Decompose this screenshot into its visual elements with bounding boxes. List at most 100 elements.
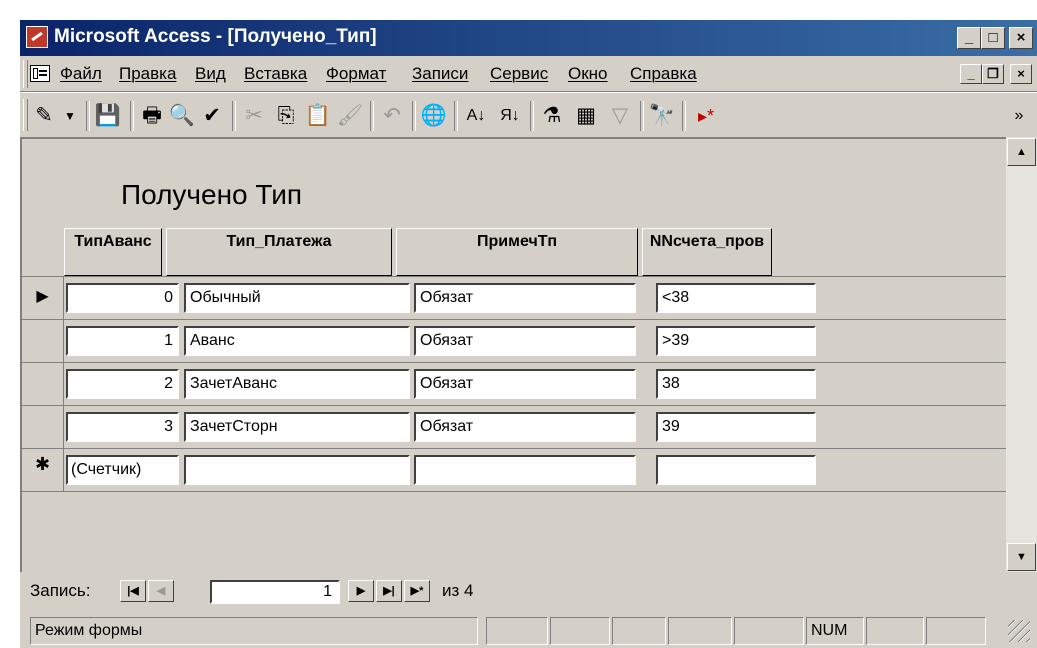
toolbar-grip[interactable]	[23, 99, 28, 131]
apply-filter-icon[interactable]: ▽	[606, 102, 634, 130]
record-total: из 4	[442, 581, 474, 600]
form-document-icon[interactable]	[30, 65, 50, 82]
new-record-icon[interactable]: ▸*	[692, 102, 720, 130]
hyperlink-icon[interactable]: 🌐	[420, 102, 448, 130]
spelling-icon[interactable]: ✔	[198, 102, 226, 130]
status-pane	[734, 617, 804, 645]
record-selector[interactable]	[22, 320, 64, 362]
previous-record-button[interactable]: ◀	[148, 580, 174, 602]
title-bar[interactable]: Microsoft Access - [Получено_Тип] _ □ ×	[20, 20, 1037, 56]
menu-edit[interactable]: Правка	[119, 64, 176, 84]
cell-tip-platezha[interactable]: ЗачетАванс	[184, 369, 410, 399]
resize-grip-icon[interactable]	[1008, 620, 1030, 642]
form-title: Получено Тип	[121, 179, 303, 210]
mdi-minimize-button[interactable]: _	[960, 64, 982, 84]
menu-insert[interactable]: Вставка	[244, 64, 307, 84]
menu-format[interactable]: Формат	[326, 64, 386, 84]
save-icon[interactable]: 💾	[94, 102, 122, 130]
record-selector-new[interactable]: ✱	[22, 449, 64, 491]
menu-window[interactable]: Окно	[568, 64, 608, 84]
view-dropdown-icon[interactable]: ▼	[56, 102, 84, 130]
toolbar-separator	[530, 101, 534, 131]
menu-view[interactable]: Вид	[195, 64, 226, 84]
row-divider	[22, 319, 1006, 320]
cell-nnscheta[interactable]: <38	[656, 283, 816, 313]
minimize-button[interactable]: _	[957, 27, 981, 49]
toolbar-separator	[682, 101, 686, 131]
cell-tipavans[interactable]: 1	[66, 326, 179, 356]
column-header-tipavans: ТипАванс	[64, 228, 162, 276]
cell-primechtp[interactable]: Обязат	[414, 412, 636, 442]
record-selector[interactable]	[22, 406, 64, 448]
cell-tipavans-new[interactable]: (Счетчик)	[66, 455, 179, 485]
menu-file[interactable]: Файл	[60, 64, 102, 84]
cell-nnscheta-new[interactable]	[656, 455, 816, 485]
access-window: Microsoft Access - [Получено_Тип] _ □ × …	[20, 20, 1037, 648]
cell-nnscheta[interactable]: 38	[656, 369, 816, 399]
menu-bar: Файл Правка Вид Вставка Формат Записи Се…	[20, 57, 1037, 92]
cell-primechtp[interactable]: Обязат	[414, 369, 636, 399]
cell-tipavans[interactable]: 0	[66, 283, 179, 313]
status-pane	[668, 617, 732, 645]
record-navigation: Запись: |◀ ◀ 1 ▶ ▶| ▶* из 4	[20, 572, 1037, 608]
cell-tipavans[interactable]: 2	[66, 369, 179, 399]
row-divider	[22, 276, 1006, 277]
cell-nnscheta[interactable]: 39	[656, 412, 816, 442]
cell-primechtp[interactable]: Обязат	[414, 283, 636, 313]
sort-descending-icon[interactable]: Я↓	[496, 102, 524, 130]
row-divider	[22, 362, 1006, 363]
row-divider	[22, 448, 1006, 449]
last-record-button[interactable]: ▶|	[376, 580, 402, 602]
print-icon[interactable]: 🖶	[138, 102, 166, 130]
column-header-primechtp: ПримечТп	[396, 228, 638, 276]
status-pane	[486, 617, 548, 645]
mdi-close-button[interactable]: ×	[1010, 64, 1032, 84]
cell-nnscheta[interactable]: >39	[656, 326, 816, 356]
toolbar-separator	[232, 101, 236, 131]
record-selector[interactable]	[22, 363, 64, 405]
access-key-icon[interactable]	[26, 26, 48, 48]
vertical-scrollbar[interactable]: ▲ ▼	[1006, 137, 1037, 572]
cell-tip-platezha-new[interactable]	[184, 455, 410, 485]
column-header-nnscheta: NNсчета_пров	[642, 228, 772, 276]
more-icon[interactable]: »	[1005, 102, 1033, 130]
paste-icon[interactable]: 📋	[304, 102, 332, 130]
cell-primechtp-new[interactable]	[414, 455, 636, 485]
row-divider	[22, 491, 1006, 492]
menubar-grip[interactable]	[23, 60, 28, 88]
toolbar-separator	[454, 101, 458, 131]
record-number-input[interactable]: 1	[210, 580, 340, 604]
menu-tools[interactable]: Сервис	[490, 64, 548, 84]
cell-primechtp[interactable]: Обязат	[414, 326, 636, 356]
toolbar: ✎ ▼ 💾 🖶 🔍 ✔ ✂ ⎘ 📋 🖌 ↶ 🌐 A↓ Я↓ ⚗ ▦ ▽ 🔭 ▸*…	[20, 92, 1037, 137]
form-body: Получено Тип ТипАванс Тип_Платежа Примеч…	[20, 137, 1006, 572]
copy-icon[interactable]: ⎘	[272, 102, 300, 130]
cell-tipavans[interactable]: 3	[66, 412, 179, 442]
sort-ascending-icon[interactable]: A↓	[462, 102, 490, 130]
print-preview-icon[interactable]: 🔍	[168, 102, 196, 130]
maximize-button[interactable]: □	[981, 27, 1005, 49]
scroll-up-button[interactable]: ▲	[1007, 138, 1036, 166]
find-icon[interactable]: 🔭	[648, 102, 676, 130]
cell-tip-platezha[interactable]: Аванс	[184, 326, 410, 356]
cut-icon[interactable]: ✂	[240, 102, 268, 130]
design-view-icon[interactable]: ✎	[30, 102, 58, 130]
status-pane	[550, 617, 610, 645]
next-record-button[interactable]: ▶	[348, 580, 374, 602]
first-record-button[interactable]: |◀	[120, 580, 146, 602]
menu-records[interactable]: Записи	[412, 64, 468, 84]
close-button[interactable]: ×	[1009, 27, 1033, 49]
filter-by-selection-icon[interactable]: ⚗	[538, 102, 566, 130]
mdi-restore-button[interactable]: ❐	[982, 64, 1004, 84]
scroll-down-button[interactable]: ▼	[1007, 543, 1036, 571]
filter-by-form-icon[interactable]: ▦	[572, 102, 600, 130]
record-selector-current[interactable]: ▶	[22, 277, 64, 319]
record-label: Запись:	[30, 581, 91, 600]
new-record-nav-button[interactable]: ▶*	[404, 580, 430, 602]
format-painter-icon[interactable]: 🖌	[336, 102, 364, 130]
cell-tip-platezha[interactable]: ЗачетСторн	[184, 412, 410, 442]
undo-icon[interactable]: ↶	[378, 102, 406, 130]
toolbar-separator	[640, 101, 644, 131]
menu-help[interactable]: Справка	[630, 64, 697, 84]
cell-tip-platezha[interactable]: Обычный	[184, 283, 410, 313]
